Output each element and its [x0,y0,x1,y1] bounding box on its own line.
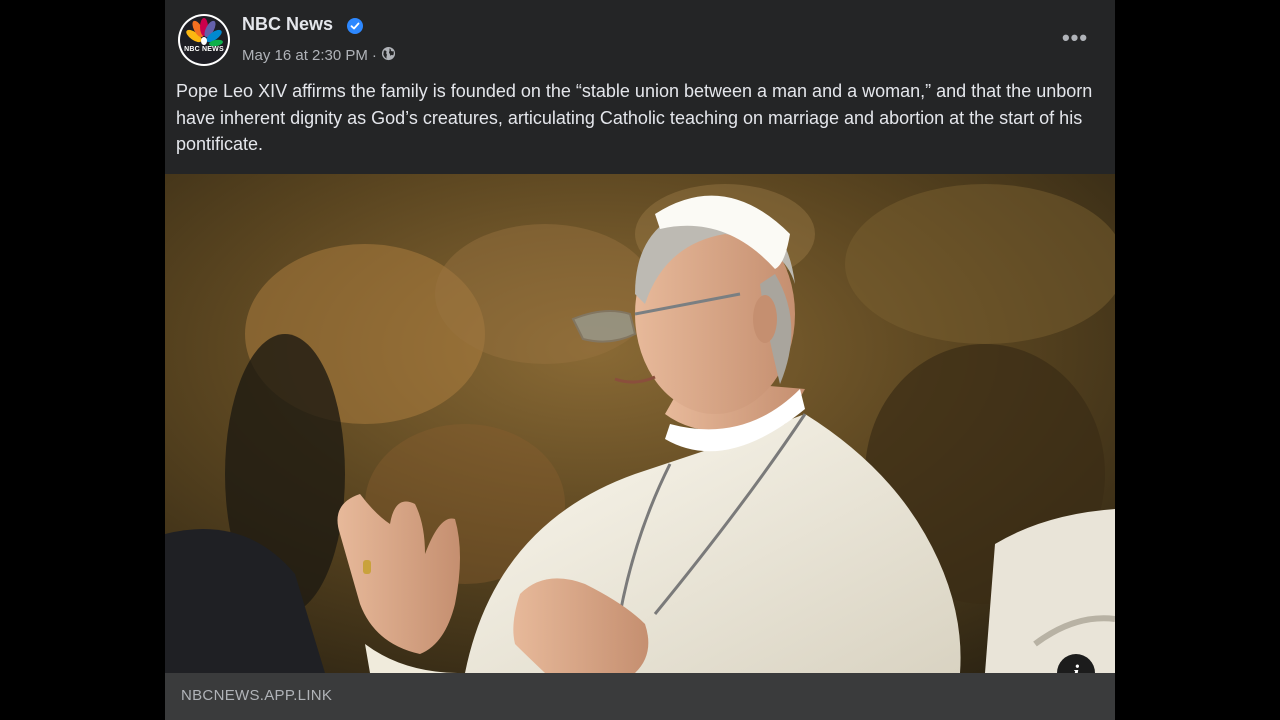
post-meta: May 16 at 2:30 PM · [242,46,396,65]
link-preview-bar[interactable]: NBCNEWS.APP.LINK [165,673,1115,720]
page-name-link[interactable]: NBC News [242,14,333,35]
post-photo[interactable] [165,174,1115,673]
meta-separator: · [371,47,377,64]
post-timestamp[interactable]: May 16 at 2:30 PM [242,47,368,64]
link-domain: NBCNEWS.APP.LINK [181,687,333,704]
avatar-wordmark: NBC NEWS [184,46,224,53]
verified-badge-icon [347,18,363,34]
peacock-icon [186,18,223,47]
post-caption: Pope Leo XIV affirms the family is found… [176,81,1093,154]
post-header: NBC NEWS NBC News May 16 at 2:30 PM · ••… [165,0,1115,72]
nbc-peacock-logo: NBC NEWS [180,16,228,64]
pope-photo-illustration [165,174,1115,673]
more-options-button[interactable]: ••• [1055,25,1095,50]
facebook-post: NBC NEWS NBC News May 16 at 2:30 PM · ••… [165,0,1115,720]
globe-icon [381,46,396,65]
page-avatar[interactable]: NBC NEWS [178,14,230,66]
